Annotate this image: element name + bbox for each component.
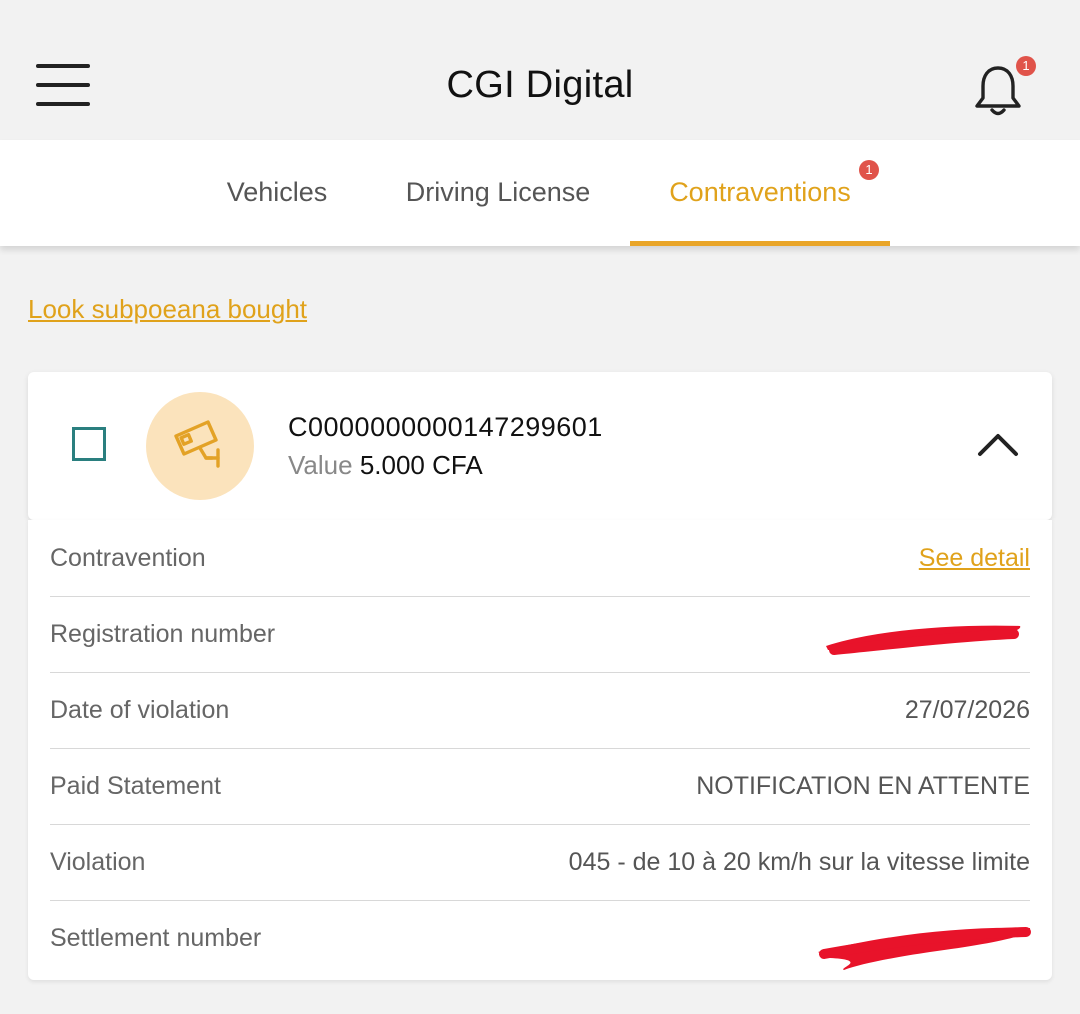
detail-key: Settlement number (50, 924, 262, 952)
detail-row-paid-statement: Paid Statement NOTIFICATION EN ATTENTE (50, 748, 1030, 825)
detail-row-contravention: Contravention See detail (50, 520, 1030, 597)
redaction-mark (818, 927, 1031, 970)
look-subpoena-link[interactable]: Look subpoeana bought (28, 294, 307, 325)
ticket-value: Value 5.000 CFA (288, 450, 483, 481)
select-checkbox[interactable] (72, 427, 106, 461)
tab-badge: 1 (859, 160, 879, 180)
detail-key: Registration number (50, 620, 276, 648)
detail-row-settlement: Settlement number (50, 900, 1031, 976)
detail-row-violation: Violation 045 - de 10 à 20 km/h sur la v… (50, 824, 1030, 901)
redaction-mark (826, 625, 1021, 655)
value-amount: 5.000 CFA (359, 450, 483, 480)
see-detail-link[interactable]: See detail (919, 544, 1030, 573)
contravention-details: Contravention See detail Registration nu… (28, 520, 1052, 980)
detail-key: Date of violation (50, 696, 230, 724)
tab-contraventions[interactable]: Contraventions 1 (630, 140, 890, 246)
detail-key: Contravention (50, 544, 206, 572)
app-title: CGI Digital (446, 64, 634, 106)
detail-value: 27/07/2026 (904, 696, 1030, 724)
detail-value: NOTIFICATION EN ATTENTE (696, 772, 1030, 800)
chevron-up-icon[interactable] (976, 430, 1020, 458)
camera-icon-circle (146, 392, 254, 500)
detail-value: 045 - de 10 à 20 km/h sur la vitesse lim… (568, 848, 1030, 876)
notification-badge: 1 (1016, 56, 1036, 76)
detail-key: Paid Statement (50, 772, 221, 800)
detail-row-date: Date of violation 27/07/2026 (50, 672, 1030, 749)
tab-bar: Vehicles Driving License Contraventions … (0, 140, 1080, 246)
app-bar: CGI Digital 1 (0, 0, 1080, 140)
contravention-card-header[interactable]: C0000000000147299601 Value 5.000 CFA (28, 372, 1052, 520)
tab-vehicles[interactable]: Vehicles (200, 140, 354, 246)
notification-bell-icon[interactable]: 1 (970, 56, 1036, 122)
detail-row-registration: Registration number (50, 596, 1030, 673)
tab-driving-license[interactable]: Driving License (378, 140, 618, 246)
detail-key: Violation (50, 848, 146, 876)
speed-camera-icon (174, 420, 220, 468)
ticket-id: C0000000000147299601 (288, 412, 603, 442)
tab-contraventions-label: Contraventions (669, 177, 851, 207)
active-tab-indicator (630, 241, 890, 246)
value-label: Value (288, 450, 353, 480)
